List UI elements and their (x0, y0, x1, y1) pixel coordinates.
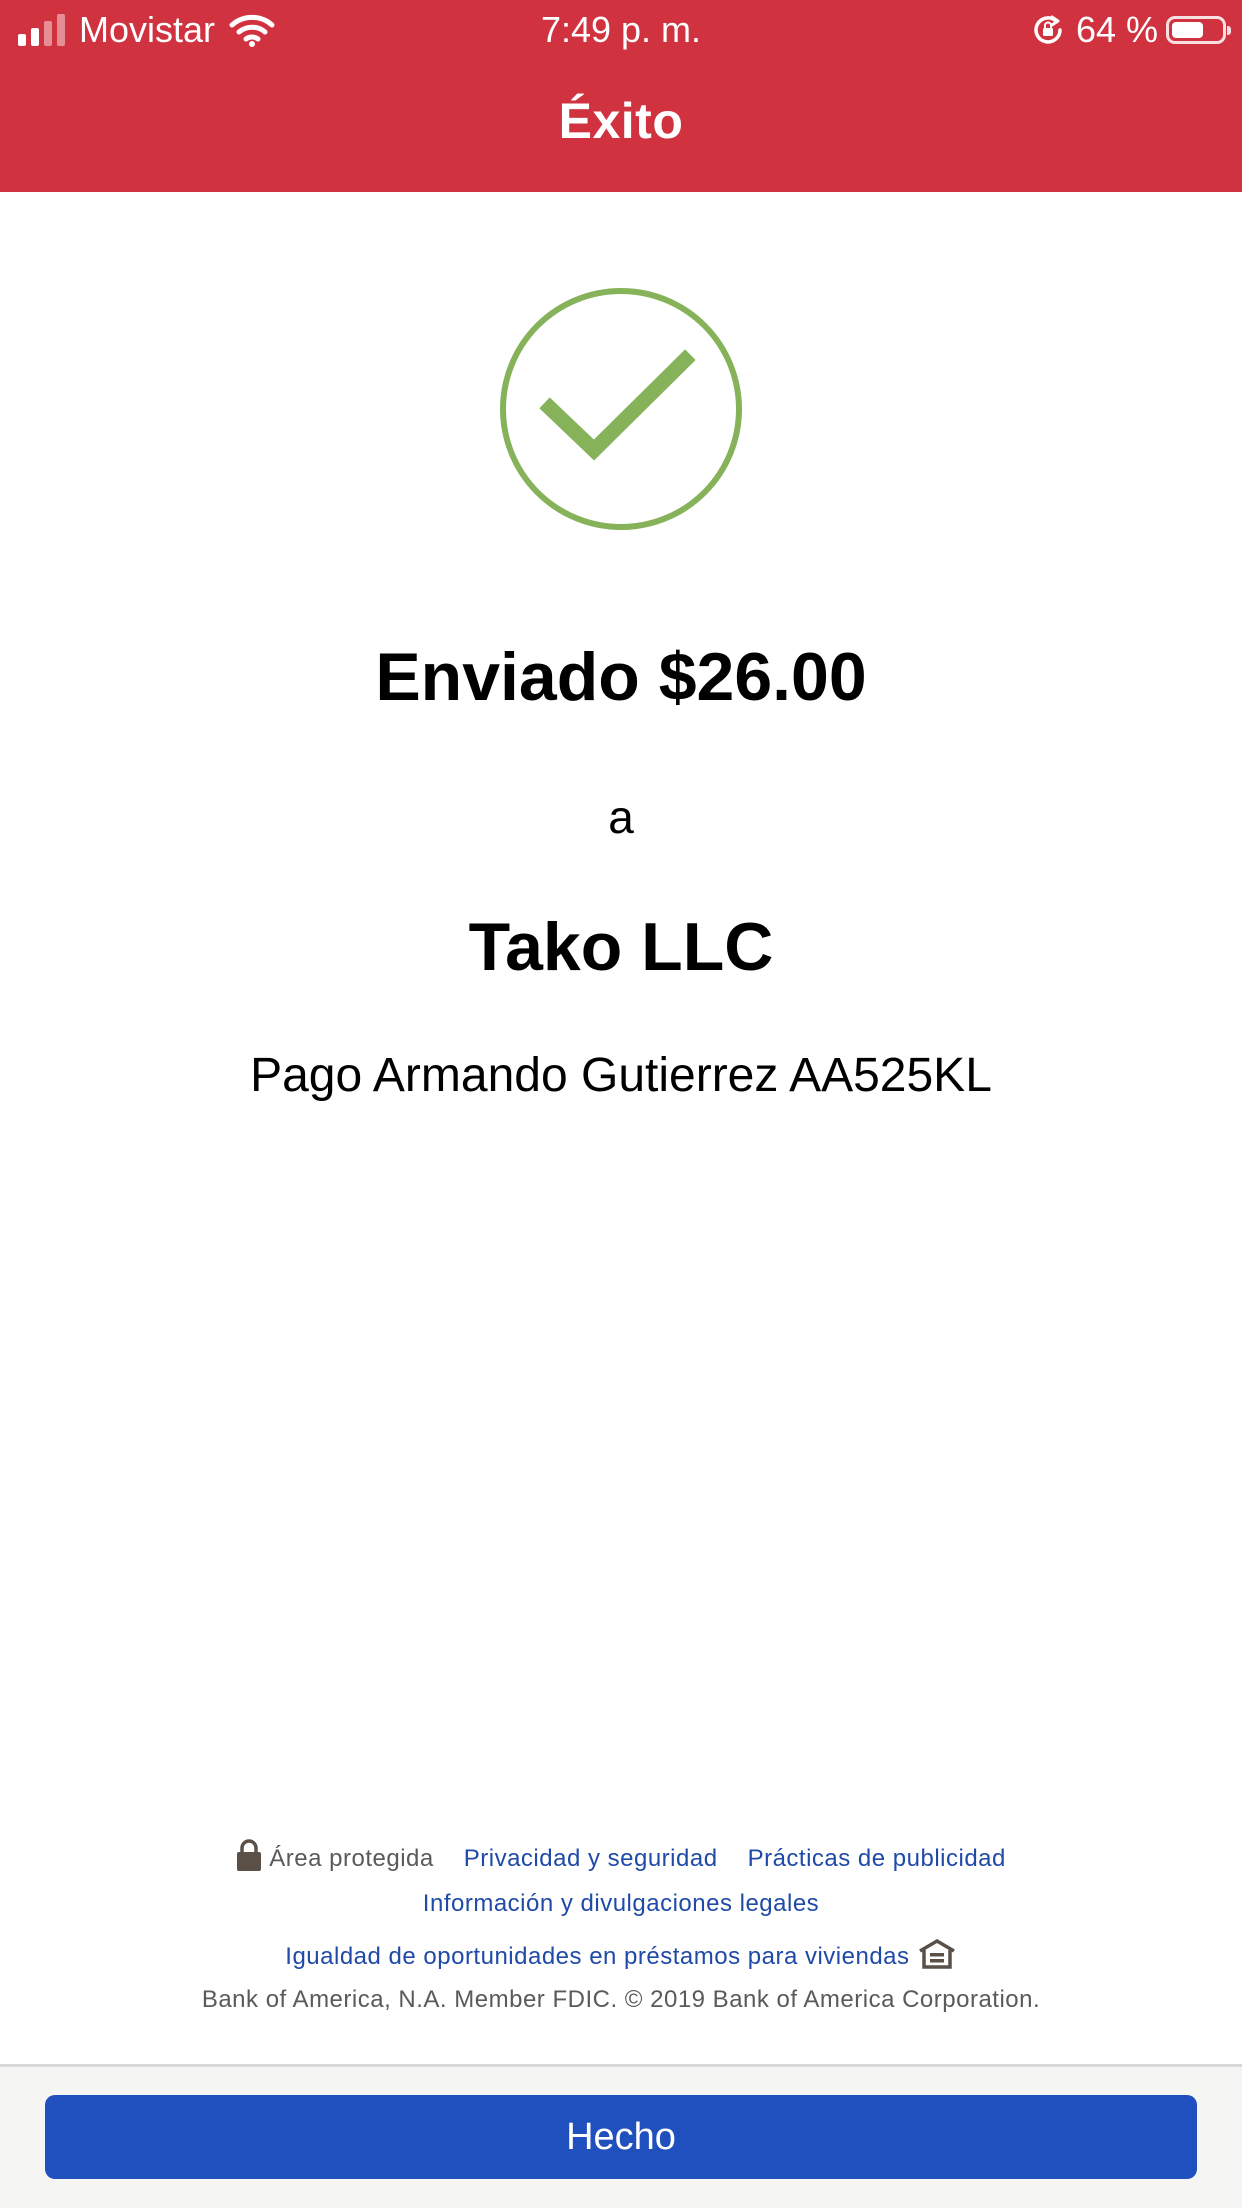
advertising-link[interactable]: Prácticas de publicidad (748, 1845, 1006, 1872)
equal-housing-link[interactable]: Igualdad de oportunidades en préstamos p… (285, 1943, 909, 1970)
footer-row-3: Igualdad de oportunidades en préstamos p… (0, 1938, 1242, 1971)
battery-level-fill (1172, 22, 1203, 38)
battery-percentage: 64 % (1075, 9, 1158, 50)
payment-memo: Pago Armando Gutierrez AA525KL (250, 1049, 992, 1102)
status-bar: Movistar 7:49 p. m. 64 % (0, 0, 1242, 60)
check-circle-icon (500, 288, 742, 530)
connector-text: a (608, 791, 634, 843)
privacy-link[interactable]: Privacidad y seguridad (464, 1845, 718, 1872)
copyright-text: Bank of America, N.A. Member FDIC. © 201… (201, 1986, 1041, 2013)
rotation-lock-icon (1034, 15, 1062, 44)
battery-icon (1166, 16, 1231, 44)
status-right: 64 % (1030, 6, 1231, 54)
sent-amount: Enviado $26.00 (375, 639, 867, 715)
done-button[interactable]: Hecho (45, 2095, 1197, 2179)
recipient-name: Tako LLC (468, 909, 774, 985)
app-header: Movistar 7:49 p. m. 64 % Éxito (0, 0, 1242, 192)
footer-row-1: Área protegida Privacidad y seguridad Prác… (0, 1838, 1242, 1873)
page-title: Éxito (558, 93, 684, 149)
equal-housing-icon (918, 1938, 955, 1969)
footer-row-2: Información y divulgaciones legales (0, 1890, 1242, 1918)
lock-icon (237, 1839, 262, 1871)
secure-area-label: Área protegida (269, 1845, 434, 1872)
legal-link[interactable]: Información y divulgaciones legales (423, 1890, 819, 1917)
bottom-action-bar: Hecho (0, 2064, 1242, 2208)
